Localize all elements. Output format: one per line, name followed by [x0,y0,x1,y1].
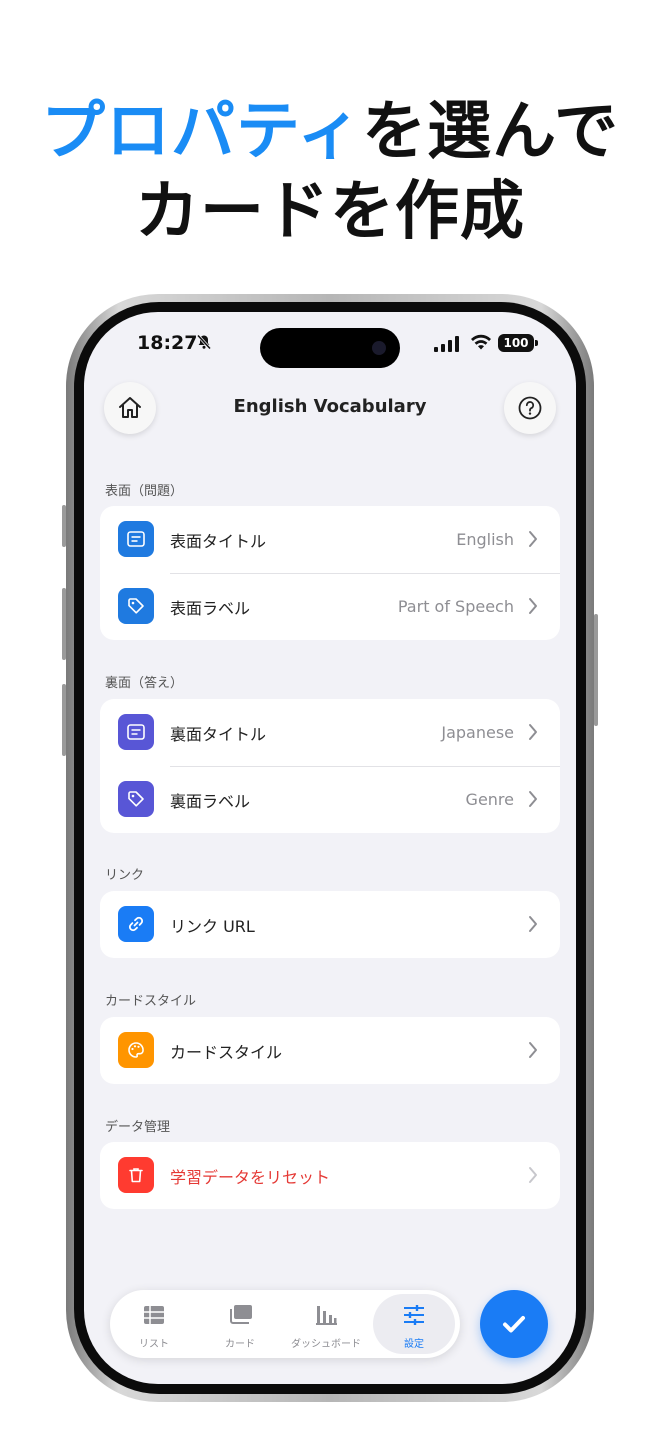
chevron-right-icon [529,724,537,740]
trash-icon [118,1157,154,1193]
section-label-link: リンク [105,868,145,883]
data-card: 学習データをリセット [100,1142,560,1209]
chevron-right-icon [529,791,537,807]
cards-icon [230,1305,252,1324]
chevron-right-icon [529,1167,537,1183]
navigation-bar: English Vocabulary [84,382,576,438]
chevron-right-icon [529,531,537,547]
page-title: English Vocabulary [233,396,427,417]
row-value: Genre [465,790,514,809]
row-label: 学習データをリセット [170,1167,331,1187]
signal-icon [434,336,460,356]
back-card: 裏面タイトル Japanese 裏面ラベル Genre [100,699,560,833]
link-icon [118,906,154,942]
action-button [62,505,66,547]
tab-label: 設定 [404,1339,424,1350]
volume-down-button [62,684,66,756]
row-label: 表面タイトル [170,531,267,551]
tab-dashboard[interactable]: ダッシュボード [285,1294,367,1354]
text-lines-icon [118,521,154,557]
battery-icon: 100 [498,334,534,352]
app-screen: 18:27 100 English Vocabulary 表面（問題） 表面タイ… [84,312,576,1384]
tab-label: リスト [139,1339,169,1350]
wifi-icon [470,333,492,355]
question-mark-icon [518,396,542,420]
row-front-title[interactable]: 表面タイトル English [100,506,560,573]
row-label: 裏面ラベル [170,791,251,811]
row-value: English [456,530,514,549]
bell-slash-icon [196,334,212,354]
list-icon [144,1306,164,1324]
chevron-right-icon [529,916,537,932]
row-label: 表面ラベル [170,598,251,618]
row-link-url[interactable]: リンク URL [100,891,560,958]
front-card: 表面タイトル English 表面ラベル Part of Speech [100,506,560,640]
section-label-back: 裏面（答え） [105,676,184,691]
row-front-label[interactable]: 表面ラベル Part of Speech [100,573,560,640]
tab-settings[interactable]: 設定 [373,1294,455,1354]
power-button [594,614,598,726]
row-value: Japanese [441,723,514,742]
section-label-style: カードスタイル [105,994,197,1009]
bar-chart-icon [316,1306,337,1325]
style-card: カードスタイル [100,1017,560,1084]
section-label-data: データ管理 [105,1120,171,1135]
dynamic-island [260,328,400,368]
row-back-title[interactable]: 裏面タイトル Japanese [100,699,560,766]
tab-label: カード [225,1339,255,1350]
checkmark-icon [503,1316,525,1333]
tab-bar: リスト カード ダッシュボード 設定 [110,1290,460,1358]
row-label: 裏面タイトル [170,724,267,744]
palette-icon [118,1032,154,1068]
row-value: Part of Speech [397,597,514,616]
status-bar: 18:27 100 [84,328,576,368]
row-label: リンク URL [170,916,255,936]
section-label-front: 表面（問題） [105,484,184,499]
volume-up-button [62,588,66,660]
chevron-right-icon [529,598,537,614]
headline-rest: を選んで [362,95,619,169]
chevron-right-icon [529,1042,537,1058]
status-time: 18:27 [137,332,198,354]
tab-cards[interactable]: カード [199,1294,281,1354]
sliders-icon [404,1305,424,1325]
headline-line2: カードを作成 [135,175,525,249]
tag-icon [118,781,154,817]
text-lines-icon [118,714,154,750]
confirm-button[interactable] [480,1290,548,1358]
link-card: リンク URL [100,891,560,958]
row-reset-data[interactable]: 学習データをリセット [100,1142,560,1209]
row-card-style[interactable]: カードスタイル [100,1017,560,1084]
headline-accent: プロパティ [41,95,363,169]
row-label: カードスタイル [170,1042,283,1062]
tab-label: ダッシュボード [291,1339,361,1350]
row-back-label[interactable]: 裏面ラベル Genre [100,766,560,833]
tag-icon [118,588,154,624]
help-button[interactable] [504,382,556,434]
headline: プロパティを選んで カードを作成 [0,92,660,252]
tab-list[interactable]: リスト [113,1294,195,1354]
